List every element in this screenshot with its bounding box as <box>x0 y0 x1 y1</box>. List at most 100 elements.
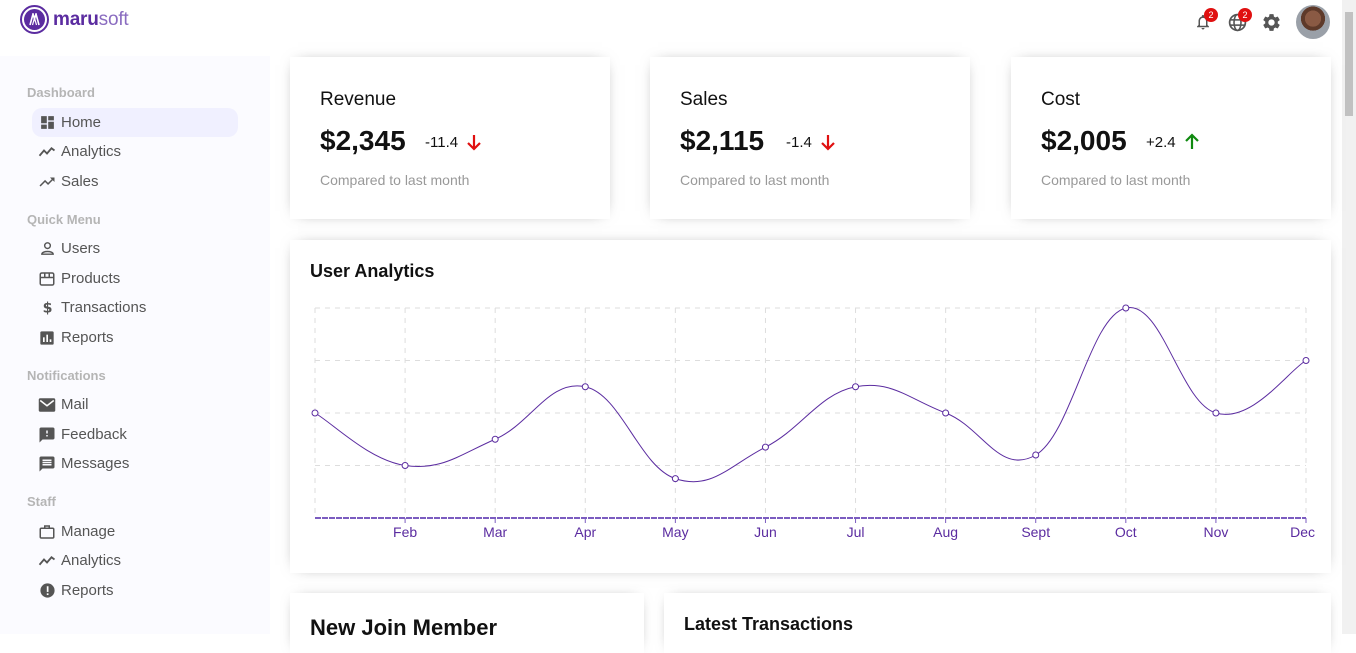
sidebar-item-transactions[interactable]: $ Transactions <box>32 293 238 322</box>
sidebar-item-products[interactable]: Products <box>32 264 238 293</box>
kpi-title: Cost <box>1041 89 1081 110</box>
sidebar-item-label: Reports <box>61 582 114 599</box>
sidebar-section-title: Notifications <box>27 368 106 383</box>
dashboard-icon <box>38 114 56 132</box>
x-tick-label: Aug <box>933 524 958 540</box>
data-point <box>1302 357 1310 364</box>
timeline-icon <box>38 143 56 161</box>
kpi-card-cost: Cost $2,005 +2.4 Compared to last month <box>1011 57 1331 219</box>
data-point <box>401 462 409 469</box>
data-point <box>671 475 679 483</box>
data-point <box>491 435 499 443</box>
sidebar-item-label: Feedback <box>61 426 127 443</box>
x-tick-label: Feb <box>393 524 417 540</box>
panel-title: Latest Transactions <box>684 614 854 634</box>
sidebar-item-label: Analytics <box>61 143 122 160</box>
bar-chart-icon <box>38 329 56 347</box>
sidebar-item-label: Analytics <box>61 552 122 569</box>
sidebar-item-mail[interactable]: Mail <box>32 390 238 419</box>
timeline-icon <box>38 552 56 570</box>
notifications-badge: 2 <box>1204 8 1218 22</box>
user-icon <box>38 240 56 258</box>
dollar-icon: $ <box>38 299 56 317</box>
settings-button[interactable] <box>1260 11 1282 33</box>
mail-icon <box>38 396 56 414</box>
avatar[interactable] <box>1296 5 1330 39</box>
x-tick-label: Jun <box>754 524 777 540</box>
data-point <box>1032 451 1040 459</box>
kpi-card-revenue: Revenue $2,345 -11.4 Compared to last mo… <box>290 57 610 219</box>
kpi-subtitle: Compared to last month <box>1041 172 1191 188</box>
x-tick-label: May <box>662 524 688 540</box>
page-scrollbar[interactable] <box>1342 0 1356 634</box>
kpi-delta: -1.4 <box>786 133 836 151</box>
notifications-button[interactable]: 2 <box>1192 8 1218 33</box>
logo-mark-icon <box>20 5 49 34</box>
top-bar: marusoft 2 2 <box>0 0 1342 50</box>
logo[interactable]: marusoft <box>20 5 129 34</box>
sidebar-item-label: Manage <box>61 523 116 540</box>
storefront-icon <box>38 270 56 288</box>
data-point <box>761 443 769 451</box>
new-join-member-card: New Join Member <box>290 593 644 653</box>
x-tick-label: Nov <box>1203 524 1228 540</box>
sidebar-item-label: Users <box>61 240 101 257</box>
kpi-value: $2,115 <box>680 125 765 156</box>
sidebar-item-reports[interactable]: Reports <box>32 323 238 352</box>
sidebar-item-manage-staff[interactable]: Manage <box>32 517 238 546</box>
sidebar-item-label: Sales <box>61 173 99 190</box>
sidebar-item-label: Home <box>61 114 102 131</box>
sidebar-item-feedback[interactable]: Feedback <box>32 420 238 449</box>
sidebar-item-label: Reports <box>61 329 114 346</box>
series-line-active-user <box>314 307 1307 483</box>
sidebar-item-label: Messages <box>61 455 130 472</box>
sidebar-item-reports-staff[interactable]: Reports <box>32 576 238 605</box>
sidebar-item-home[interactable]: Home <box>32 108 238 137</box>
kpi-card-sales: Sales $2,115 -1.4 Compared to last month <box>650 57 970 219</box>
svg-text:$: $ <box>42 300 52 316</box>
x-tick-label: Jul <box>847 524 865 540</box>
kpi-title: Revenue <box>320 89 397 110</box>
sidebar-item-label: Transactions <box>61 299 147 316</box>
user-analytics-chart[interactable]: Feb Mar Apr May Jun Jul Aug Sept Oct Nov Dec <box>290 240 1331 573</box>
x-tick-label: Oct <box>1115 524 1137 540</box>
sidebar-section-title: Staff <box>27 494 56 509</box>
kpi-value: $2,345 <box>320 125 406 156</box>
data-point <box>581 383 589 391</box>
latest-transactions-card: Latest Transactions <box>664 593 1331 653</box>
scrollbar-thumb[interactable] <box>1345 12 1353 116</box>
sidebar-item-sales[interactable]: Sales <box>32 167 238 196</box>
sidebar-section-title: Quick Menu <box>27 212 101 227</box>
data-point <box>311 409 319 417</box>
x-tick-label: Sept <box>1021 524 1050 540</box>
sidebar-item-users[interactable]: Users <box>32 234 238 263</box>
language-button[interactable]: 2 <box>1226 8 1252 33</box>
x-tick-label: Mar <box>483 524 507 540</box>
sidebar: Dashboard Home Analytics Sales Quick Menu Use… <box>0 56 270 634</box>
user-analytics-card: User Analytics Feb Mar Apr May Jun Jul Aug Sept… <box>290 240 1331 573</box>
kpi-subtitle: Compared to last month <box>320 172 470 188</box>
sidebar-item-messages[interactable]: Messages <box>32 449 238 478</box>
kpi-subtitle: Compared to last month <box>680 172 830 188</box>
sidebar-item-label: Mail <box>61 396 89 413</box>
x-tick-label: Dec <box>1290 524 1315 540</box>
kpi-title: Sales <box>680 89 728 110</box>
data-point <box>852 383 860 391</box>
chat-icon <box>38 455 56 473</box>
gear-icon <box>1262 13 1280 31</box>
arrow-up-icon <box>1184 133 1200 151</box>
arrow-down-icon <box>820 133 836 151</box>
sidebar-item-analytics-staff[interactable]: Analytics <box>32 546 238 575</box>
x-tick-label: Apr <box>574 524 596 540</box>
sidebar-item-analytics[interactable]: Analytics <box>32 137 238 166</box>
briefcase-icon <box>38 523 56 541</box>
feedback-icon <box>38 426 56 444</box>
report-icon <box>38 582 56 600</box>
language-badge: 2 <box>1238 8 1252 22</box>
data-point <box>1122 304 1130 312</box>
brand-name: marusoft <box>53 8 129 30</box>
kpi-delta: -11.4 <box>425 133 482 151</box>
sidebar-section-title: Dashboard <box>27 85 95 100</box>
data-point <box>1212 409 1220 417</box>
kpi-delta: +2.4 <box>1146 133 1200 151</box>
